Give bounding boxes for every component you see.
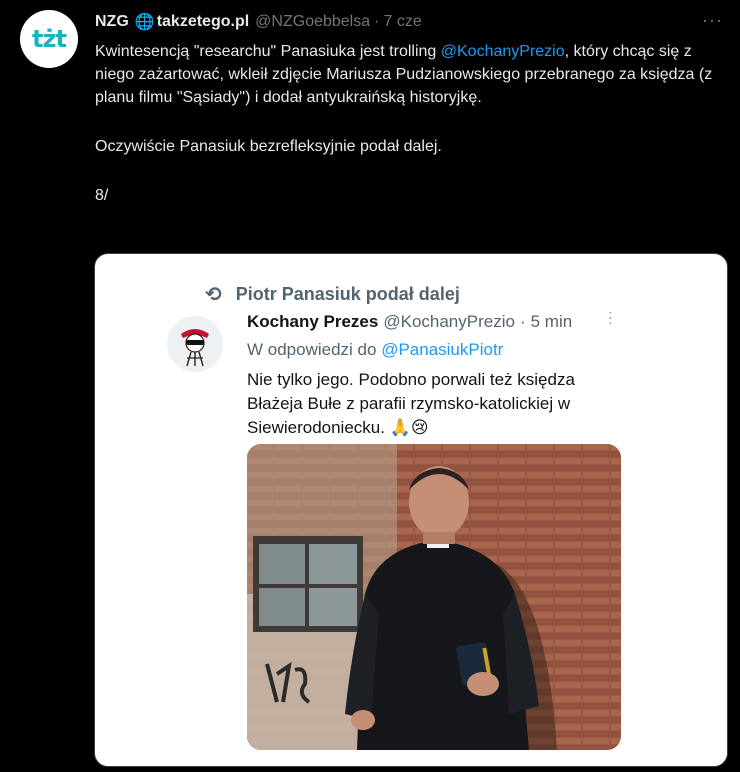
inner-avatar (167, 316, 223, 372)
inner-author-handle: @KochanyPrezio (383, 312, 515, 331)
reply-prefix: W odpowiedzi do (247, 340, 382, 359)
reply-context: W odpowiedzi do @PanasiukPiotr (247, 340, 503, 360)
retweet-label: Piotr Panasiuk podał dalej (235, 284, 460, 304)
reply-mention: @PanasiukPiotr (381, 340, 504, 359)
globe-icon: 🌐 (134, 14, 155, 31)
author-name[interactable]: NZG (95, 13, 129, 31)
tweet[interactable]: tżt NZG 🌐 takzetego.pl @NZGoebbelsa · 7 … (0, 0, 740, 772)
avatar-logo-text: tżt (32, 25, 67, 53)
tweet-text: Kwintesencją "researchu" Panasiuka jest … (95, 40, 715, 207)
retweet-icon: ⟲ (205, 284, 222, 306)
tweet-text-part: Kwintesencją "researchu" Panasiuka jest … (95, 43, 441, 60)
inner-tweet-header: Kochany Prezes @KochanyPrezio · 5 min (247, 312, 572, 332)
retweet-indicator: ⟲ Piotr Panasiuk podał dalej (205, 282, 460, 307)
author-avatar[interactable]: tżt (20, 10, 78, 68)
tweet-paragraph-2: Oczywiście Panasiuk bezrefleksyjnie poda… (95, 138, 442, 155)
mention-link[interactable]: @KochanyPrezio (441, 43, 565, 60)
embedded-tweet-screenshot: ⟲ Piotr Panasiuk podał dalej Kochany Pre… (99, 258, 723, 762)
tweet-header: NZG 🌐 takzetego.pl @NZGoebbelsa · 7 cze (95, 12, 422, 32)
tweet-paragraph-3: 8/ (95, 187, 109, 204)
tweet-timestamp[interactable]: 7 cze (383, 13, 421, 31)
header-separator: · (374, 13, 380, 30)
inner-tweet-text: Nie tylko jego. Podobno porwali też księ… (247, 370, 575, 437)
author-site[interactable]: takzetego.pl (157, 13, 249, 31)
more-options-icon[interactable]: ··· (702, 10, 723, 31)
author-handle[interactable]: @NZGoebbelsa (255, 13, 370, 31)
inner-timestamp: 5 min (530, 312, 573, 331)
inner-separator: · (519, 312, 526, 331)
embedded-image[interactable]: ⟲ Piotr Panasiuk podał dalej Kochany Pre… (94, 253, 728, 767)
priest-photo (247, 444, 621, 750)
inner-author-name: Kochany Prezes (247, 312, 379, 331)
inner-more-icon: ··· (602, 310, 619, 326)
tweet-paragraph-1: Kwintesencją "researchu" Panasiuka jest … (95, 40, 715, 109)
